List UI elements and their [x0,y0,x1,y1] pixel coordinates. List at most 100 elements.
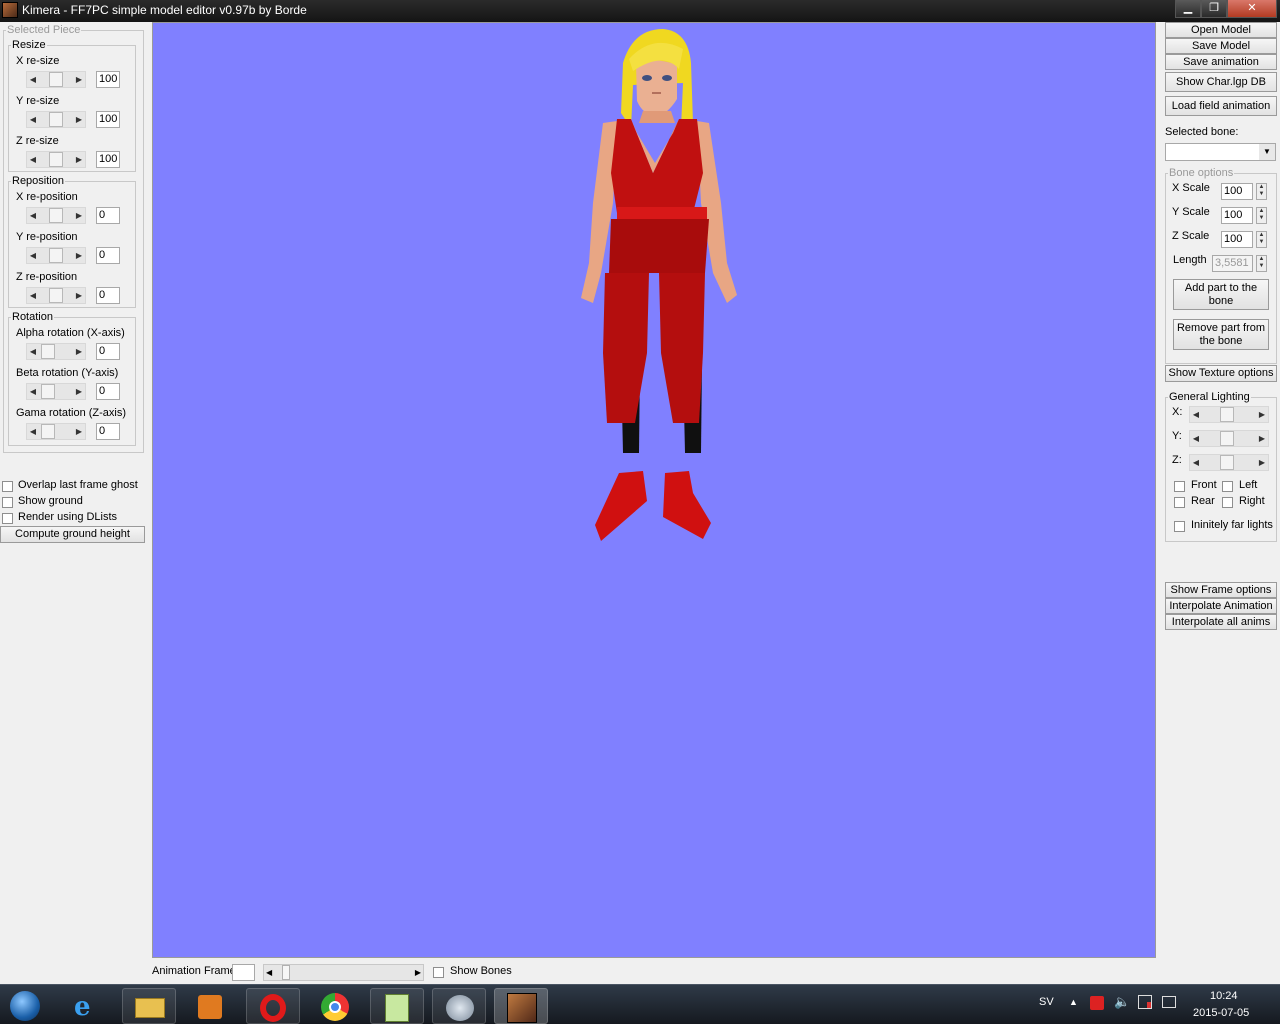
slider-thumb[interactable] [49,152,63,167]
slider-thumb[interactable] [1220,455,1234,470]
z-reposition-field[interactable]: 0 [96,287,120,304]
scroll-right-icon[interactable]: ▶ [73,384,85,399]
slider-thumb[interactable] [41,424,55,439]
remove-part-button[interactable]: Remove part from the bone [1173,319,1269,350]
scroll-left-icon[interactable]: ◀ [266,965,272,980]
3d-viewport[interactable] [152,22,1156,958]
language-indicator[interactable]: SV [1039,996,1054,1008]
start-orb-icon[interactable] [0,988,50,1024]
scroll-left-icon[interactable]: ◀ [1190,407,1202,422]
light-z-slider[interactable]: ◀ ▶ [1189,454,1269,471]
scroll-right-icon[interactable]: ▶ [73,72,85,87]
alpha-rotation-slider[interactable]: ◀ ▶ [26,343,86,360]
scroll-right-icon[interactable]: ▶ [73,424,85,439]
scroll-right-icon[interactable]: ▶ [1256,431,1268,446]
alpha-rotation-field[interactable]: 0 [96,343,120,360]
z-scale-spinner[interactable]: ▲ ▼ [1256,231,1267,248]
antivirus-icon[interactable] [1090,996,1104,1010]
animation-frame-scrollbar[interactable]: ◀ ▶ [263,964,424,981]
show-texture-options-button[interactable]: Show Texture options [1165,365,1277,382]
action-center-icon[interactable] [1138,995,1152,1009]
interpolate-animation-button[interactable]: Interpolate Animation [1165,598,1277,614]
z-resize-slider[interactable]: ◀ ▶ [26,151,86,168]
show-char-lgp-button[interactable]: Show Char.lgp DB [1165,72,1277,92]
scroll-right-icon[interactable]: ▶ [73,112,85,127]
interpolate-all-button[interactable]: Interpolate all anims [1165,614,1277,630]
slider-thumb[interactable] [49,288,63,303]
render-dlists-checkbox[interactable] [2,513,13,524]
z-scale-field[interactable]: 100 [1221,231,1253,248]
scroll-left-icon[interactable]: ◀ [27,112,39,127]
scroll-left-icon[interactable]: ◀ [27,152,39,167]
show-frame-options-button[interactable]: Show Frame options [1165,582,1277,598]
y-resize-slider[interactable]: ◀ ▶ [26,111,86,128]
right-light-checkbox[interactable] [1222,497,1233,508]
scroll-right-icon[interactable]: ▶ [73,152,85,167]
slider-thumb[interactable] [49,72,63,87]
y-resize-field[interactable]: 100 [96,111,120,128]
show-bones-checkbox[interactable] [433,967,444,978]
slider-thumb[interactable] [282,965,290,980]
y-reposition-slider[interactable]: ◀ ▶ [26,247,86,264]
media-player-icon[interactable] [184,988,238,1024]
show-hidden-icons-icon[interactable]: ▲ [1069,997,1078,1007]
scroll-left-icon[interactable]: ◀ [27,248,39,263]
length-field[interactable]: 3,5581 [1212,255,1253,272]
maximize-button[interactable]: ❐ [1201,0,1227,18]
scroll-right-icon[interactable]: ▶ [73,208,85,223]
scroll-left-icon[interactable]: ◀ [27,424,39,439]
scroll-left-icon[interactable]: ◀ [27,288,39,303]
y-scale-field[interactable]: 100 [1221,207,1253,224]
show-ground-checkbox[interactable] [2,497,13,508]
infinite-lights-checkbox[interactable] [1174,521,1185,532]
kimera-taskbar-icon[interactable] [494,988,548,1024]
scroll-left-icon[interactable]: ◀ [27,384,39,399]
slider-thumb[interactable] [49,208,63,223]
scroll-right-icon[interactable]: ▶ [73,344,85,359]
slider-thumb[interactable] [49,112,63,127]
chevron-down-icon[interactable]: ▼ [1259,144,1275,160]
scroll-left-icon[interactable]: ◀ [27,344,39,359]
x-resize-field[interactable]: 100 [96,71,120,88]
gama-rotation-field[interactable]: 0 [96,423,120,440]
close-button[interactable]: ✕ [1227,0,1277,18]
animation-frame-field[interactable] [232,964,255,981]
volume-icon[interactable]: 🔈 [1114,994,1130,1010]
x-resize-slider[interactable]: ◀ ▶ [26,71,86,88]
save-animation-button[interactable]: Save animation [1165,54,1277,70]
z-reposition-slider[interactable]: ◀ ▶ [26,287,86,304]
z-resize-field[interactable]: 100 [96,151,120,168]
rear-light-checkbox[interactable] [1174,497,1185,508]
scroll-left-icon[interactable]: ◀ [1190,431,1202,446]
slider-thumb[interactable] [41,384,55,399]
scroll-left-icon[interactable]: ◀ [27,208,39,223]
notepad-plus-icon[interactable] [370,988,424,1024]
slider-thumb[interactable] [49,248,63,263]
load-field-animation-button[interactable]: Load field animation [1165,96,1277,116]
network-icon[interactable] [1162,996,1176,1008]
light-x-slider[interactable]: ◀ ▶ [1189,406,1269,423]
internet-explorer-icon[interactable]: e [62,988,116,1024]
light-y-slider[interactable]: ◀ ▶ [1189,430,1269,447]
slider-thumb[interactable] [1220,407,1234,422]
x-scale-field[interactable]: 100 [1221,183,1253,200]
y-scale-spinner[interactable]: ▲ ▼ [1256,207,1267,224]
beta-rotation-field[interactable]: 0 [96,383,120,400]
slider-thumb[interactable] [1220,431,1234,446]
scroll-right-icon[interactable]: ▶ [73,288,85,303]
scroll-left-icon[interactable]: ◀ [1190,455,1202,470]
scroll-right-icon[interactable]: ▶ [415,965,421,980]
front-light-checkbox[interactable] [1174,481,1185,492]
clock-time[interactable]: 10:24 [1210,990,1238,1002]
slider-thumb[interactable] [41,344,55,359]
minimize-button[interactable]: ▁ [1175,0,1201,18]
downloader-icon[interactable] [432,988,486,1024]
save-model-button[interactable]: Save Model [1165,38,1277,54]
x-reposition-slider[interactable]: ◀ ▶ [26,207,86,224]
open-model-button[interactable]: Open Model [1165,22,1277,38]
x-scale-spinner[interactable]: ▲ ▼ [1256,183,1267,200]
add-part-button[interactable]: Add part to the bone [1173,279,1269,310]
length-spinner[interactable]: ▲ ▼ [1256,255,1267,272]
scroll-right-icon[interactable]: ▶ [1256,455,1268,470]
scroll-right-icon[interactable]: ▶ [1256,407,1268,422]
